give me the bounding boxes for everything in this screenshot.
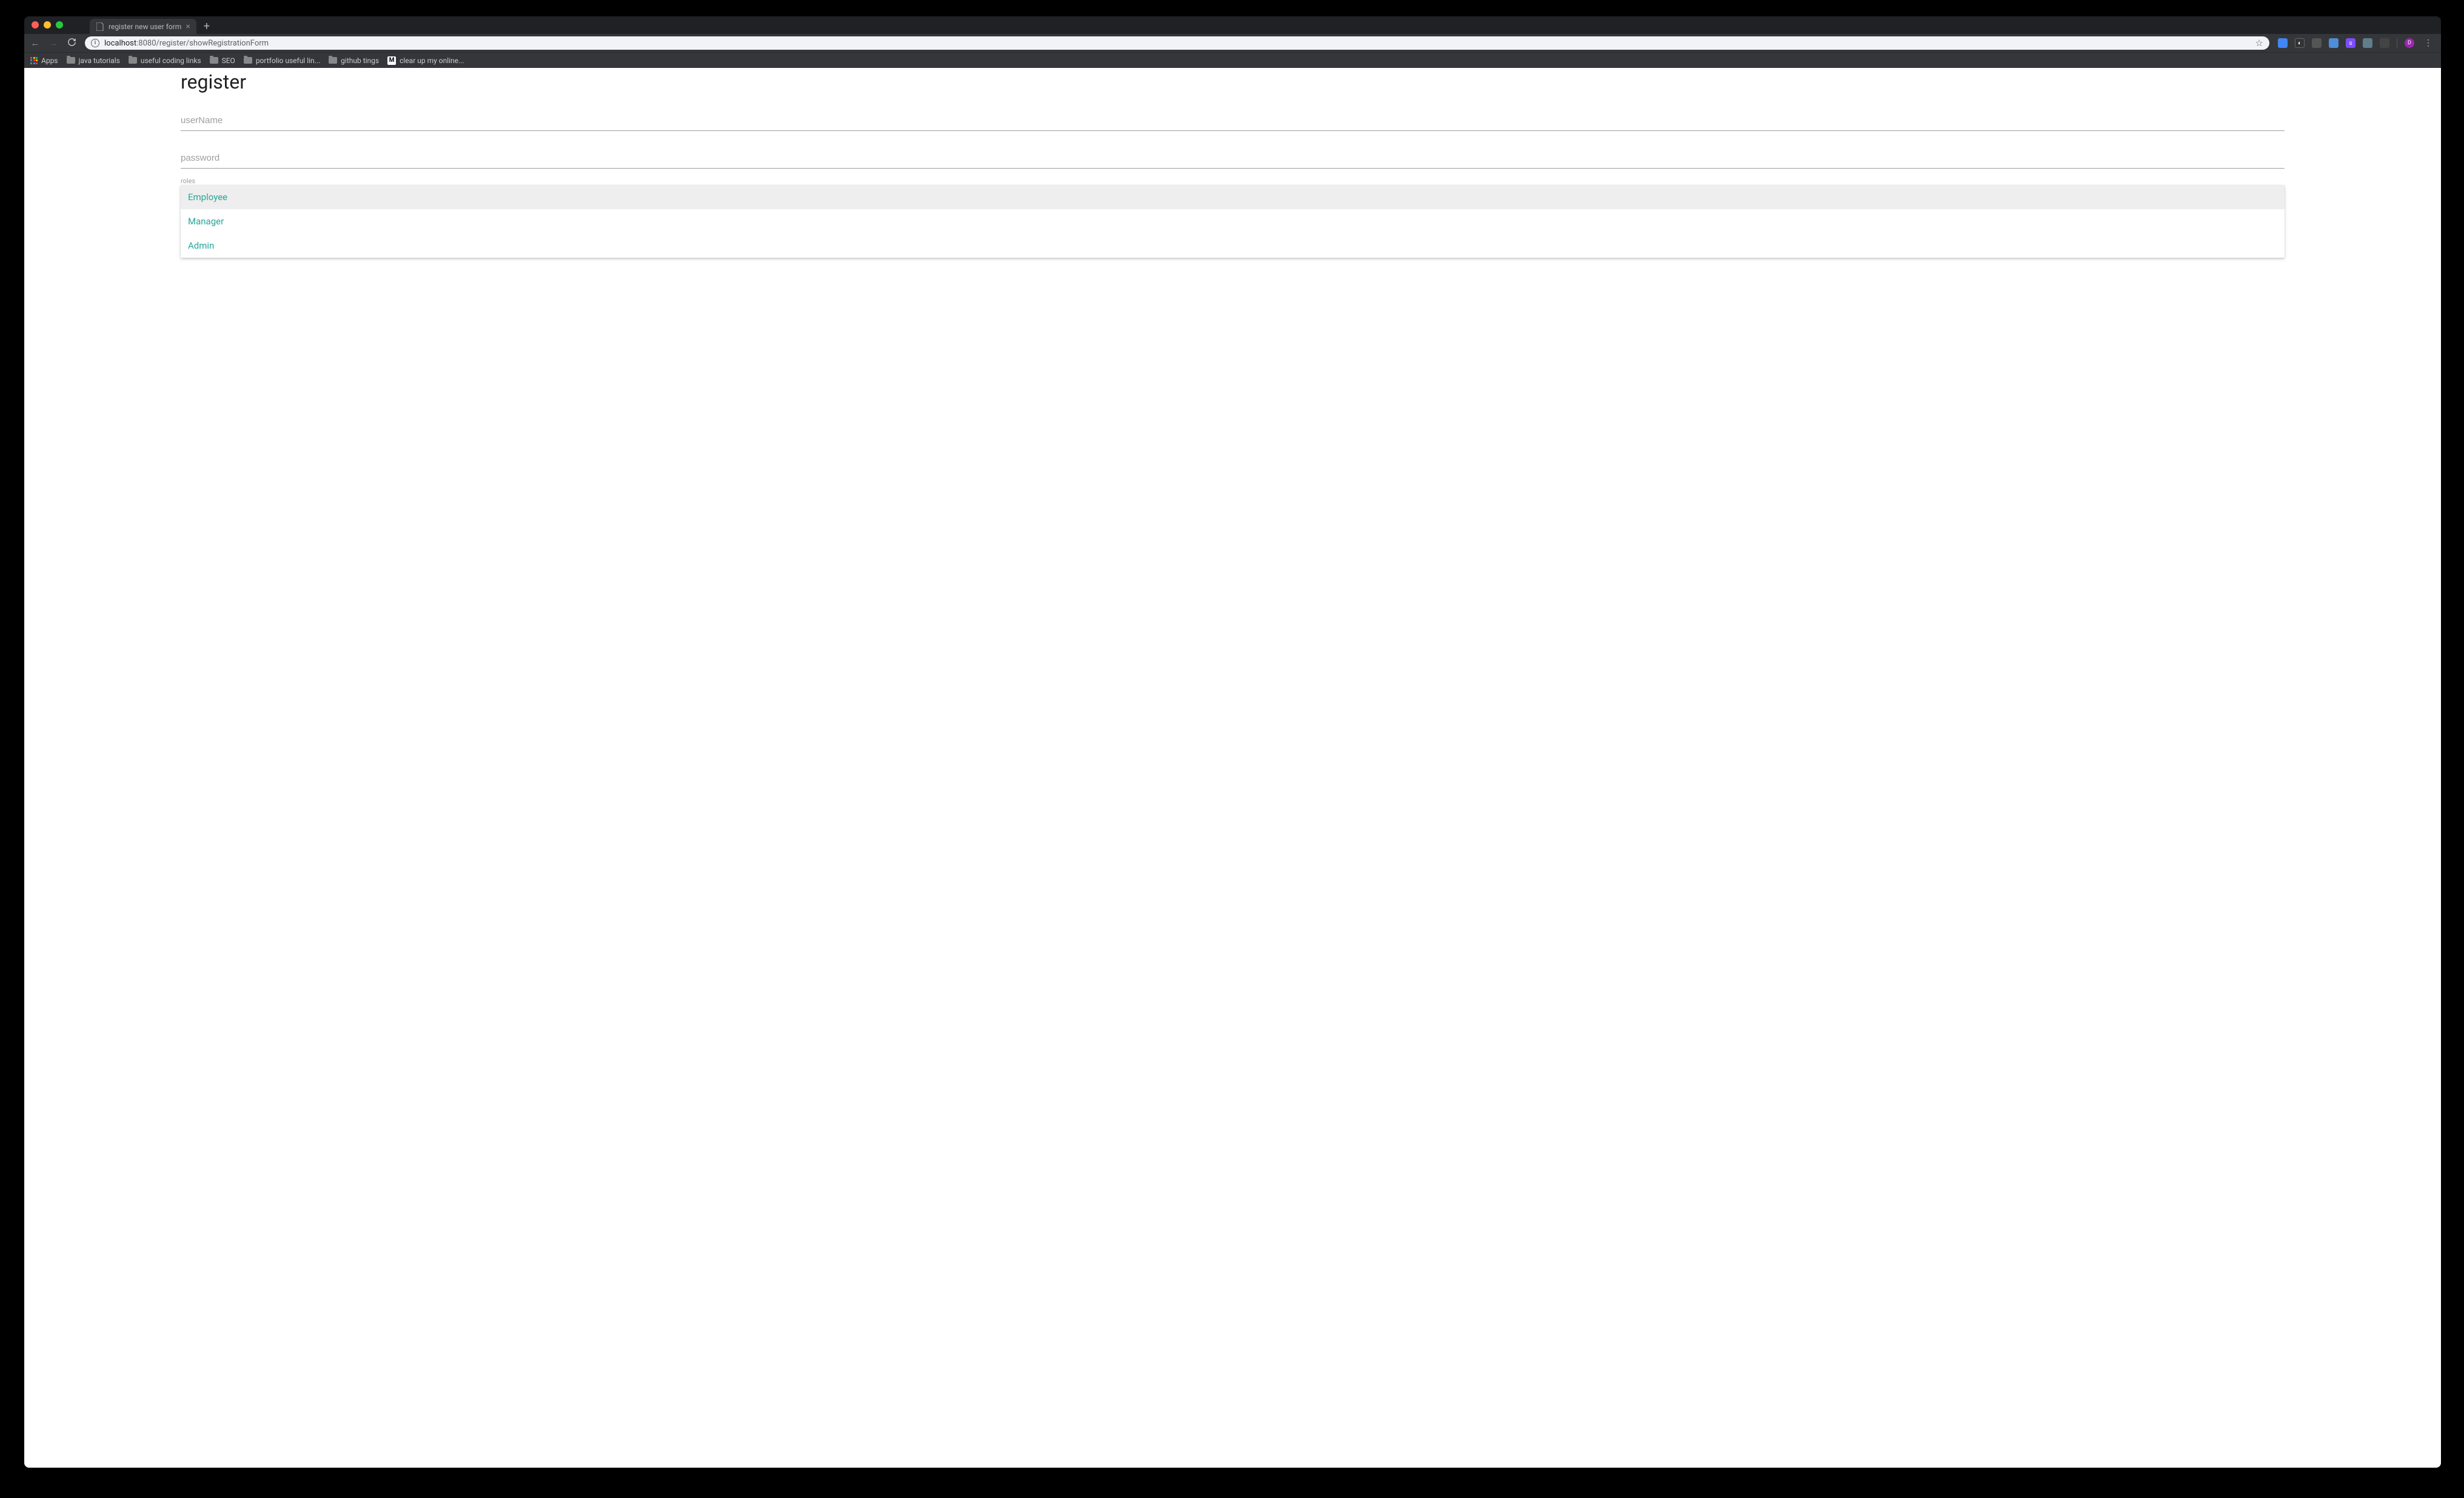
close-tab-button[interactable]: × — [186, 22, 190, 32]
roles-dropdown: Employee Manager Admin — [181, 185, 2285, 258]
extension-icon[interactable] — [2329, 38, 2338, 48]
page-icon — [96, 22, 104, 31]
tab-bar: register new user form × + — [24, 16, 2441, 34]
extension-icon[interactable]: ◐ — [2295, 38, 2305, 48]
bookmark-label: SEO — [222, 56, 235, 65]
bookmark-folder[interactable]: github tings — [329, 56, 379, 65]
medium-icon: M — [387, 56, 396, 65]
browser-menu-button[interactable]: ⋮ — [2422, 38, 2435, 48]
folder-icon — [129, 57, 137, 64]
username-field-wrapper — [181, 110, 2285, 131]
role-option-employee[interactable]: Employee — [181, 185, 2285, 209]
folder-icon — [210, 57, 218, 64]
register-form: register roles Employee Manager Admin — [181, 70, 2285, 258]
roles-label: roles — [181, 177, 2285, 185]
back-button[interactable]: ← — [30, 38, 40, 49]
bookmark-folder[interactable]: useful coding links — [129, 56, 201, 65]
bookmark-folder[interactable]: java tutorials — [67, 56, 120, 65]
role-option-manager[interactable]: Manager — [181, 209, 2285, 233]
apps-label: Apps — [41, 56, 58, 65]
password-field-wrapper — [181, 148, 2285, 169]
folder-icon — [244, 57, 252, 64]
bookmark-label: github tings — [341, 56, 379, 65]
minimize-window-button[interactable] — [44, 21, 51, 29]
browser-window: register new user form × + ← → i localho… — [24, 16, 2441, 1468]
bookmark-label: useful coding links — [141, 56, 201, 65]
close-window-button[interactable] — [32, 21, 39, 29]
site-info-icon[interactable]: i — [91, 39, 99, 47]
bookmark-folder[interactable]: SEO — [210, 56, 235, 65]
apps-button[interactable]: Apps — [30, 56, 58, 65]
bookmarks-bar: Apps java tutorials useful coding links … — [24, 52, 2441, 68]
password-input[interactable] — [181, 148, 2285, 169]
extension-icon[interactable] — [2363, 38, 2372, 48]
profile-avatar[interactable]: D — [2405, 38, 2414, 48]
extension-icon[interactable] — [2380, 38, 2389, 48]
bookmark-star-icon[interactable]: ☆ — [2255, 38, 2263, 49]
bookmark-label: portfolio useful lin... — [256, 56, 320, 65]
extension-icon[interactable] — [2278, 38, 2288, 48]
extension-icons: ◐ s D ⋮ — [2278, 38, 2435, 48]
username-input[interactable] — [181, 110, 2285, 131]
maximize-window-button[interactable] — [56, 21, 63, 29]
reload-button[interactable] — [67, 38, 76, 49]
address-bar[interactable]: i localhost:8080/register/showRegistrati… — [85, 36, 2269, 50]
browser-tab[interactable]: register new user form × — [90, 19, 196, 34]
tab-title: register new user form — [109, 22, 181, 31]
window-controls — [32, 19, 63, 34]
bookmark-label: java tutorials — [79, 56, 120, 65]
bookmark-link[interactable]: M clear up my online... — [387, 56, 464, 65]
extension-icon[interactable]: s — [2346, 38, 2355, 48]
page-content: register roles Employee Manager Admin — [24, 68, 2441, 1468]
folder-icon — [329, 57, 337, 64]
browser-toolbar: ← → i localhost:8080/register/showRegist… — [24, 34, 2441, 52]
forward-button[interactable]: → — [49, 38, 58, 49]
bookmark-label: clear up my online... — [400, 56, 464, 65]
new-tab-button[interactable]: + — [196, 19, 217, 34]
url-text: localhost:8080/register/showRegistration… — [104, 39, 2251, 48]
page-title: register — [181, 70, 2285, 93]
bookmark-folder[interactable]: portfolio useful lin... — [244, 56, 320, 65]
role-option-admin[interactable]: Admin — [181, 233, 2285, 258]
folder-icon — [67, 57, 75, 64]
apps-icon — [30, 57, 38, 64]
extension-icon[interactable] — [2312, 38, 2322, 48]
